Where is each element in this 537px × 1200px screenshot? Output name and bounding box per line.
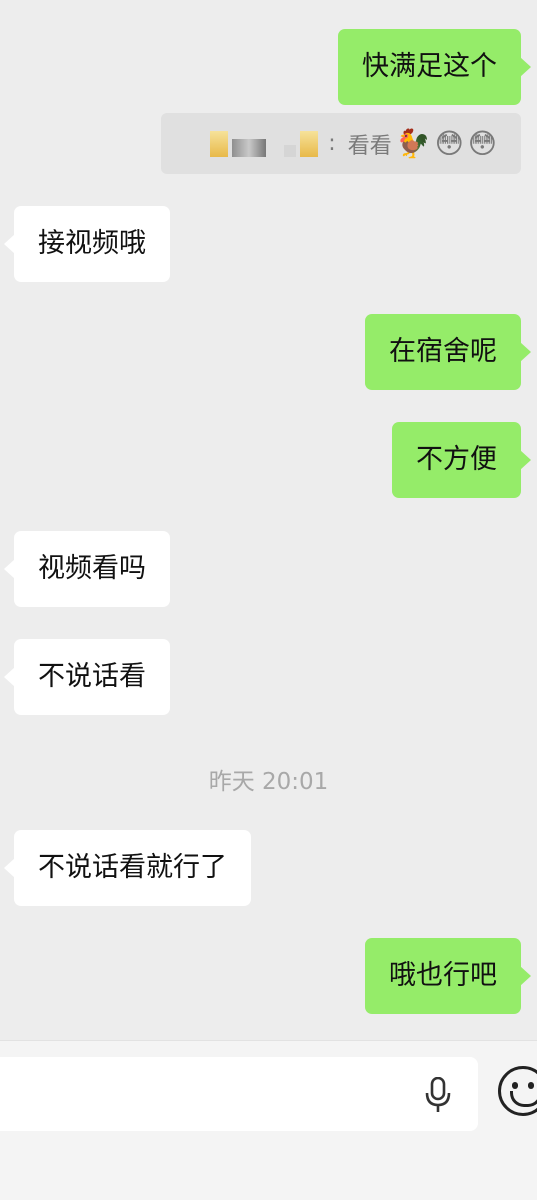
quoted-message[interactable]: : 看看 🐓 😳 😳 (161, 113, 521, 174)
chat-input-bar (0, 1040, 537, 1200)
emoji-eye (528, 1082, 534, 1089)
message-bubble-received[interactable]: 不说话看 (4, 639, 170, 715)
flushed-face-emoji-icon: 😳 (467, 126, 497, 160)
rooster-emoji-icon: 🐓 (395, 126, 431, 160)
flushed-face-emoji-icon: 😳 (434, 126, 464, 160)
emoji-mouth (510, 1091, 537, 1107)
microphone-icon[interactable] (424, 1077, 452, 1113)
message-input[interactable] (0, 1057, 478, 1131)
blurred-name-part (300, 130, 319, 157)
blurred-name-part (232, 138, 267, 157)
quote-separator: : (328, 131, 336, 156)
emoji-icon[interactable] (498, 1066, 537, 1116)
blurred-name-part (210, 130, 229, 157)
message-bubble-sent[interactable]: 快满足这个 (338, 29, 531, 105)
message-bubble-sent[interactable]: 不方便 (392, 422, 531, 498)
message-bubble-received[interactable]: 接视频哦 (4, 206, 170, 282)
message-bubble-sent[interactable]: 在宿舍呢 (365, 314, 531, 390)
quote-text: 看看 (347, 133, 392, 159)
blurred-name-part (284, 144, 297, 157)
message-timestamp: 昨天 20:01 (208, 769, 329, 795)
message-bubble-received[interactable]: 不说话看就行了 (4, 830, 251, 906)
emoji-eye (512, 1082, 518, 1089)
message-bubble-received[interactable]: 视频看吗 (4, 531, 170, 607)
message-bubble-sent[interactable]: 哦也行吧 (365, 938, 531, 1014)
